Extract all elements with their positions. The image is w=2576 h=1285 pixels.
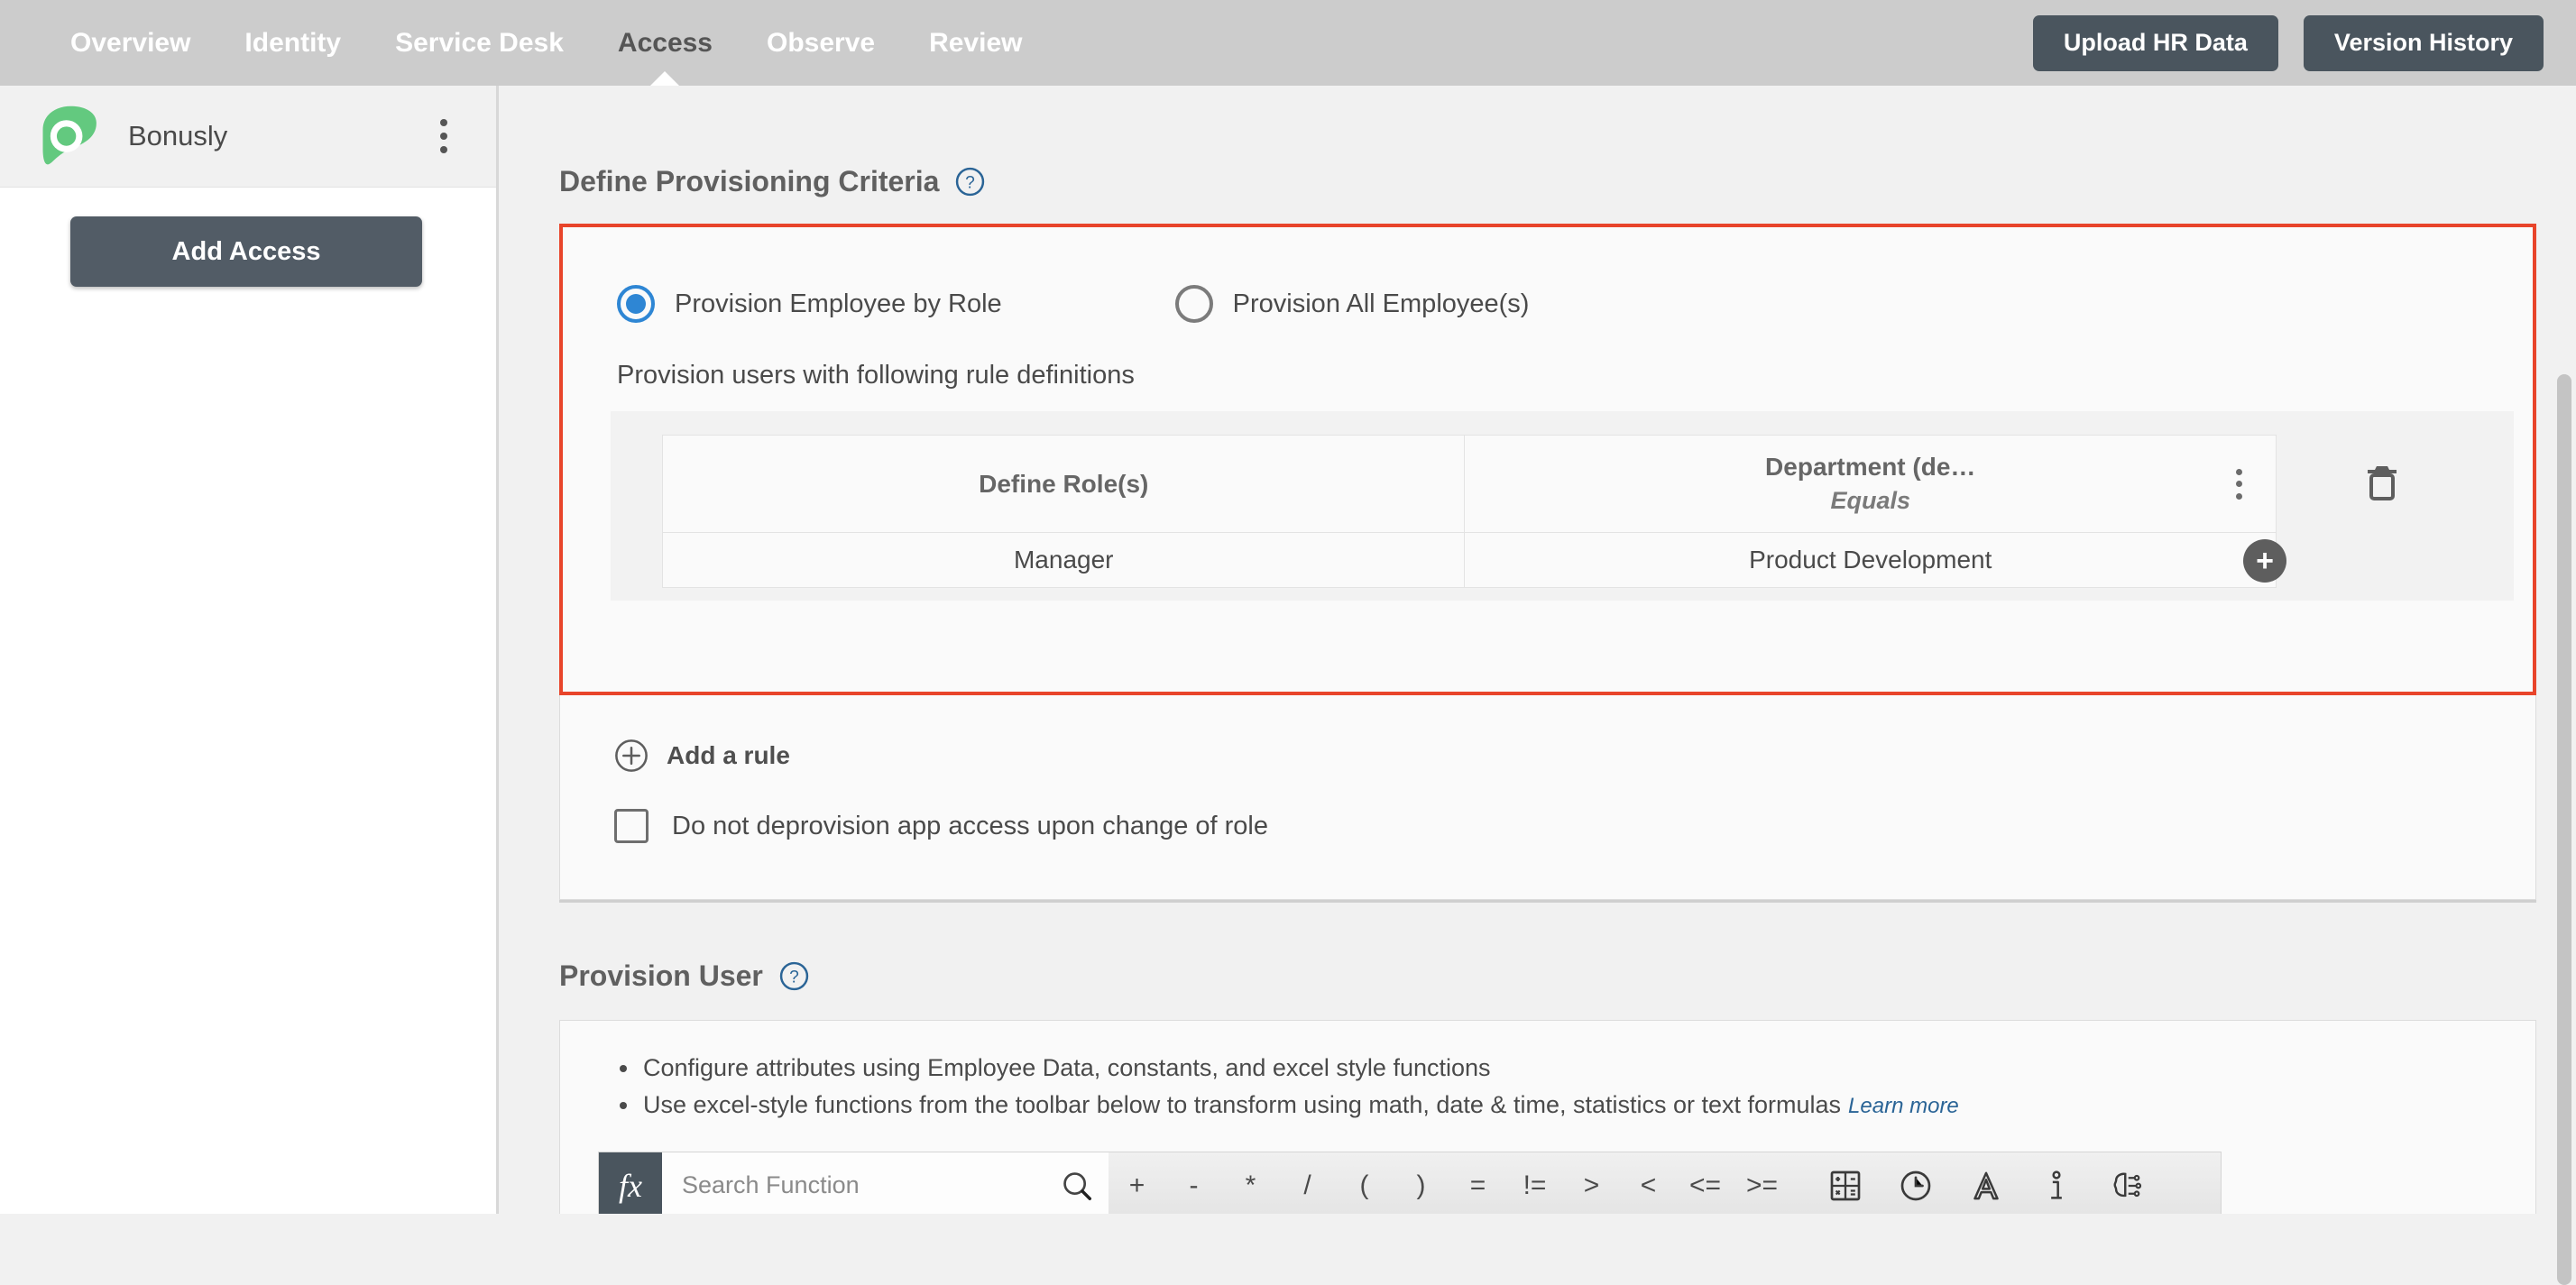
text-letter-a-icon[interactable] [1951,1152,2021,1214]
cell-department-value[interactable]: Product Development [1464,532,2277,588]
provision-user-panel: Configure attributes using Employee Data… [559,1020,2536,1214]
nav-items: Overview Identity Service Desk Access Ob… [43,0,1049,86]
column-operator-label: Equals [1830,487,1910,514]
list-item-text: Use excel-style functions from the toolb… [643,1090,1842,1118]
define-provisioning-criteria-header: Define Provisioning Criteria ? [559,86,2576,198]
table-row: Manager Product Development [661,532,2277,588]
nav-item-identity[interactable]: Identity [217,0,368,86]
radio-label: Provision Employee by Role [675,289,1002,318]
operator-buttons: + - * / ( ) = != > < <= >= [1109,1152,1790,1214]
search-icon[interactable] [1060,1169,1094,1203]
op-open-paren[interactable]: ( [1336,1152,1393,1214]
list-item: Use excel-style functions from the toolb… [620,1087,2535,1124]
op-greater-equal[interactable]: >= [1734,1152,1790,1214]
list-item: Configure attributes using Employee Data… [620,1050,2535,1087]
rule-options-block: Add a rule Do not deprovision app access… [559,695,2536,900]
checkbox-icon[interactable] [614,809,649,843]
provision-user-bullets: Configure attributes using Employee Data… [560,1050,2535,1123]
nav-item-access[interactable]: Access [591,0,740,86]
nav-item-review[interactable]: Review [902,0,1049,86]
nav-item-label: Access [617,27,713,58]
kebab-menu-icon[interactable] [2225,466,2252,502]
main-content: Define Provisioning Criteria ? Provision… [501,86,2576,1214]
formula-toolbar: fx + - * / ( ) = != > < [598,1152,2222,1214]
op-less-equal[interactable]: <= [1677,1152,1734,1214]
trash-icon[interactable] [2360,459,2404,506]
radio-provision-employee-by-role[interactable]: Provision Employee by Role [617,285,1002,323]
op-equals[interactable]: = [1449,1152,1506,1214]
radio-provision-all-employees[interactable]: Provision All Employee(s) [1174,285,1530,323]
top-navigation-bar: Overview Identity Service Desk Access Ob… [0,0,2576,86]
op-not-equals[interactable]: != [1506,1152,1563,1214]
column-header-department[interactable]: Department (de… Equals [1464,435,2277,533]
nav-item-label: Service Desk [395,27,564,58]
add-access-button[interactable]: Add Access [70,216,422,287]
provision-user-title: Provision User [559,959,763,992]
learn-more-link[interactable]: Learn more [1848,1094,1959,1118]
radio-label: Provision All Employee(s) [1232,289,1530,318]
add-access-wrapper: Add Access [0,188,496,287]
radio-mark-icon [1174,285,1213,323]
function-category-icons [1810,1152,2162,1214]
upload-hr-data-button[interactable]: Upload HR Data [2032,14,2278,71]
rule-definition-table: Define Role(s) Department (de… Equals Ma… [661,435,2277,588]
op-divide[interactable]: / [1279,1152,1336,1214]
provisioning-criteria-panel: Provision Employee by Role Provision All… [559,224,2536,695]
vertical-scrollbar-track[interactable] [2553,86,2576,1285]
op-multiply[interactable]: * [1222,1152,1279,1214]
svg-text:?: ? [789,968,799,987]
nav-item-observe[interactable]: Observe [740,0,902,86]
nav-actions: Upload HR Data Version History [2032,14,2544,71]
page-title: Define Provisioning Criteria [559,165,940,197]
help-circle-icon[interactable]: ? [955,167,985,197]
calculator-math-icon[interactable] [1810,1152,1881,1214]
radio-mark-icon [617,285,655,323]
nav-item-label: Identity [244,27,342,58]
add-a-rule-label: Add a rule [667,741,790,769]
add-a-rule-button[interactable]: Add a rule [614,739,2535,773]
nav-item-label: Observe [767,27,876,58]
bonusly-logo-icon [34,102,103,170]
nav-item-overview[interactable]: Overview [43,0,217,86]
help-circle-icon[interactable]: ? [779,961,809,991]
info-statistics-icon[interactable] [2021,1152,2092,1214]
op-close-paren[interactable]: ) [1393,1152,1449,1214]
nav-item-service-desk[interactable]: Service Desk [368,0,591,86]
circle-plus-icon [614,739,649,773]
app-name-label: Bonusly [128,120,228,151]
search-function-field[interactable] [662,1152,1109,1214]
plus-circle-icon[interactable]: + [2243,539,2286,583]
version-history-button[interactable]: Version History [2303,14,2544,71]
provisioning-mode-radio-group: Provision Employee by Role Provision All… [563,227,2533,323]
sidebar: Bonusly Add Access [0,86,499,1214]
clock-datetime-icon[interactable] [1881,1152,1951,1214]
kebab-menu-icon[interactable] [426,115,462,157]
deprovision-checkbox-label: Do not deprovision app access upon chang… [672,811,1268,840]
op-less-than[interactable]: < [1620,1152,1677,1214]
column-header-label: Define Role(s) [979,469,1149,498]
rule-table-container: Define Role(s) Department (de… Equals Ma… [611,411,2514,601]
column-header-label: Department (de… [1765,453,1976,481]
nav-item-label: Review [929,27,1023,58]
op-greater-than[interactable]: > [1563,1152,1620,1214]
nav-item-label: Overview [70,27,191,58]
table-header-row: Define Role(s) Department (de… Equals [661,435,2277,533]
column-header-define-roles[interactable]: Define Role(s) [661,435,1466,533]
op-minus[interactable]: - [1165,1152,1222,1214]
svg-text:?: ? [966,173,976,192]
brain-ai-icon[interactable] [2092,1152,2162,1214]
rule-definitions-caption: Provision users with following rule defi… [617,361,1135,390]
search-input[interactable] [682,1171,1060,1199]
cell-role-value[interactable]: Manager [661,532,1466,588]
app-card-bonusly[interactable]: Bonusly [0,86,496,188]
deprovision-checkbox-row[interactable]: Do not deprovision app access upon chang… [614,809,2535,843]
op-plus[interactable]: + [1109,1152,1165,1214]
vertical-scrollbar-thumb[interactable] [2557,374,2571,1285]
fx-button[interactable]: fx [599,1152,662,1214]
provision-user-header: Provision User ? [559,900,2576,993]
